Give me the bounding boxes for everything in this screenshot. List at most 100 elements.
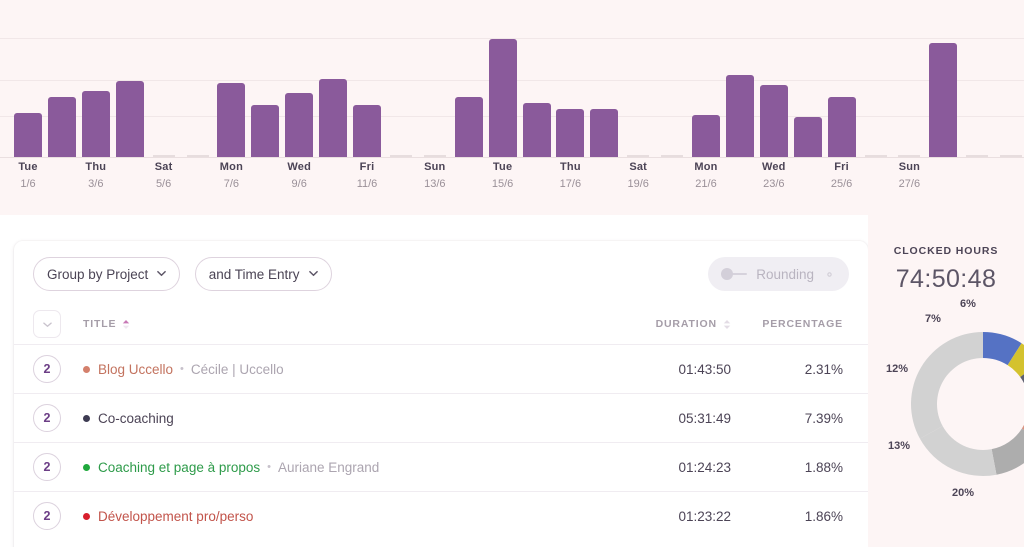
row-duration: 01:24:23 bbox=[678, 459, 731, 475]
bar-29/6[interactable] bbox=[966, 155, 989, 157]
table-row[interactable]: 2 Développement pro/perso 01:23:22 1.86% bbox=[14, 491, 868, 540]
tick-dayofweek: Tue bbox=[18, 161, 38, 173]
tick-date: 23/6 bbox=[763, 178, 785, 190]
toggle-knob bbox=[721, 268, 734, 280]
bar-30/6[interactable] bbox=[1000, 155, 1023, 157]
row-entry-count[interactable]: 2 bbox=[33, 502, 61, 530]
x-axis-tick: Fri 11/6 bbox=[337, 160, 397, 191]
x-axis-tick: Sun 13/6 bbox=[405, 160, 465, 191]
row-entry-count[interactable]: 2 bbox=[33, 404, 61, 432]
donut-slice[interactable] bbox=[919, 426, 997, 476]
x-axis-tick: Wed 9/6 bbox=[269, 160, 329, 191]
bar-1/6[interactable] bbox=[14, 113, 42, 157]
donut-svg bbox=[911, 332, 1024, 476]
bar-4/6[interactable] bbox=[115, 81, 144, 157]
x-axis-tick: Fri 25/6 bbox=[812, 160, 872, 191]
project-name[interactable]: Blog Uccello bbox=[98, 362, 173, 377]
bar-26/6[interactable] bbox=[864, 155, 887, 157]
project-color-dot bbox=[83, 512, 90, 520]
bar-7/6[interactable] bbox=[217, 83, 246, 157]
tick-date: 13/6 bbox=[424, 178, 446, 190]
bar-5/6[interactable] bbox=[152, 155, 175, 157]
rounding-label: Rounding bbox=[756, 266, 814, 282]
donut-percentage-label: 12% bbox=[886, 363, 909, 375]
bar-series bbox=[0, 0, 1024, 158]
bar-3/6[interactable] bbox=[81, 91, 110, 157]
bar-24/6[interactable] bbox=[793, 117, 822, 157]
group-by-project-dropdown[interactable]: Group by Project bbox=[33, 257, 181, 291]
gear-icon[interactable] bbox=[823, 268, 836, 281]
tick-date: 1/6 bbox=[20, 178, 36, 190]
sort-icon[interactable] bbox=[723, 319, 731, 330]
bar-18/6[interactable] bbox=[590, 109, 619, 157]
tick-dayofweek: Thu bbox=[85, 161, 107, 173]
row-percentage: 2.31% bbox=[804, 361, 843, 377]
x-axis-tick: Thu 17/6 bbox=[540, 160, 600, 191]
project-name[interactable]: Co-coaching bbox=[98, 411, 174, 426]
bar-28/6[interactable] bbox=[929, 43, 958, 157]
bar-14/6[interactable] bbox=[454, 97, 483, 157]
rounding-toggle[interactable] bbox=[721, 268, 748, 280]
chevron-down-icon bbox=[308, 269, 318, 278]
row-duration: 05:31:49 bbox=[678, 410, 731, 426]
x-axis-tick: Wed 23/6 bbox=[744, 160, 804, 191]
bar-10/6[interactable] bbox=[319, 79, 348, 157]
tick-dayofweek: Mon bbox=[694, 161, 718, 173]
bar-12/6[interactable] bbox=[389, 155, 412, 157]
bar-11/6[interactable] bbox=[353, 105, 381, 157]
client-name: Auriane Engrand bbox=[277, 459, 380, 475]
tick-dayofweek: Mon bbox=[219, 161, 243, 173]
expand-all-button[interactable] bbox=[33, 310, 61, 338]
bar-22/6[interactable] bbox=[725, 75, 754, 157]
row-duration: 01:23:22 bbox=[678, 508, 731, 524]
bar-19/6[interactable] bbox=[627, 155, 650, 157]
x-axis-tick: Sat 19/6 bbox=[608, 160, 668, 191]
bar-15/6[interactable] bbox=[488, 39, 517, 157]
donut-slice[interactable] bbox=[911, 332, 983, 439]
row-entry-count[interactable]: 2 bbox=[33, 355, 61, 383]
bar-9/6[interactable] bbox=[285, 93, 314, 157]
table-row[interactable]: 2 Coaching et page à propos • Auriane Engra… bbox=[14, 442, 868, 491]
bar-17/6[interactable] bbox=[556, 109, 585, 157]
sort-icon[interactable] bbox=[122, 319, 130, 330]
distribution-donut-chart: 6% 7% 12% 13% 20% bbox=[868, 293, 1024, 547]
tick-date: 11/6 bbox=[356, 178, 378, 190]
and-time-entry-dropdown[interactable]: and Time Entry bbox=[194, 257, 332, 291]
project-name[interactable]: Développement pro/perso bbox=[98, 509, 253, 524]
clocked-hours-summary: CLOCKED HOURS 74:50:48 bbox=[868, 215, 1024, 294]
bar-8/6[interactable] bbox=[251, 105, 280, 157]
bar-16/6[interactable] bbox=[522, 103, 551, 157]
donut-percentage-label: 7% bbox=[925, 313, 941, 325]
bar-27/6[interactable] bbox=[898, 155, 921, 157]
bar-23/6[interactable] bbox=[759, 85, 788, 157]
donut-percentage-label: 20% bbox=[952, 487, 975, 499]
bar-20/6[interactable] bbox=[661, 155, 684, 157]
chart-x-axis: Tue 1/6 Thu 3/6 Sat 5/6 Mon 7/6 Wed 9/6 Fri 11/6 Sun… bbox=[0, 160, 1024, 215]
tick-dayofweek: Wed bbox=[287, 161, 311, 173]
tick-date: 15/6 bbox=[491, 178, 514, 190]
table-row[interactable]: 2 Co-coaching 05:31:49 7.39% bbox=[14, 393, 868, 442]
donut-slice[interactable] bbox=[991, 428, 1024, 475]
tick-dayofweek: Sun bbox=[424, 161, 446, 173]
tick-date: 5/6 bbox=[155, 178, 172, 190]
column-header-percentage[interactable]: PERCENTAGE bbox=[731, 318, 849, 330]
tick-date: 7/6 bbox=[223, 178, 240, 190]
column-header-title[interactable]: TITLE bbox=[83, 318, 611, 330]
column-header-duration[interactable]: DURATION bbox=[611, 318, 731, 330]
bar-2/6[interactable] bbox=[47, 97, 76, 157]
bar-13/6[interactable] bbox=[423, 155, 446, 157]
chevron-down-icon bbox=[157, 269, 167, 278]
project-name[interactable]: Coaching et page à propos bbox=[98, 460, 260, 475]
bar-25/6[interactable] bbox=[827, 97, 856, 157]
rounding-control[interactable]: Rounding bbox=[708, 257, 849, 291]
project-color-dot bbox=[83, 414, 90, 422]
table-row[interactable]: 2 Blog Uccello • Cécile | Uccello 01:43:50 2.… bbox=[14, 344, 868, 393]
title-separator: • bbox=[180, 363, 184, 375]
project-color-dot bbox=[83, 463, 90, 471]
row-entry-count[interactable]: 2 bbox=[33, 453, 61, 481]
tick-date: 21/6 bbox=[695, 178, 717, 190]
bar-6/6[interactable] bbox=[186, 155, 209, 157]
donut-percentage-label: 13% bbox=[888, 440, 911, 452]
bar-21/6[interactable] bbox=[692, 115, 720, 157]
tick-date: 19/6 bbox=[627, 178, 649, 190]
